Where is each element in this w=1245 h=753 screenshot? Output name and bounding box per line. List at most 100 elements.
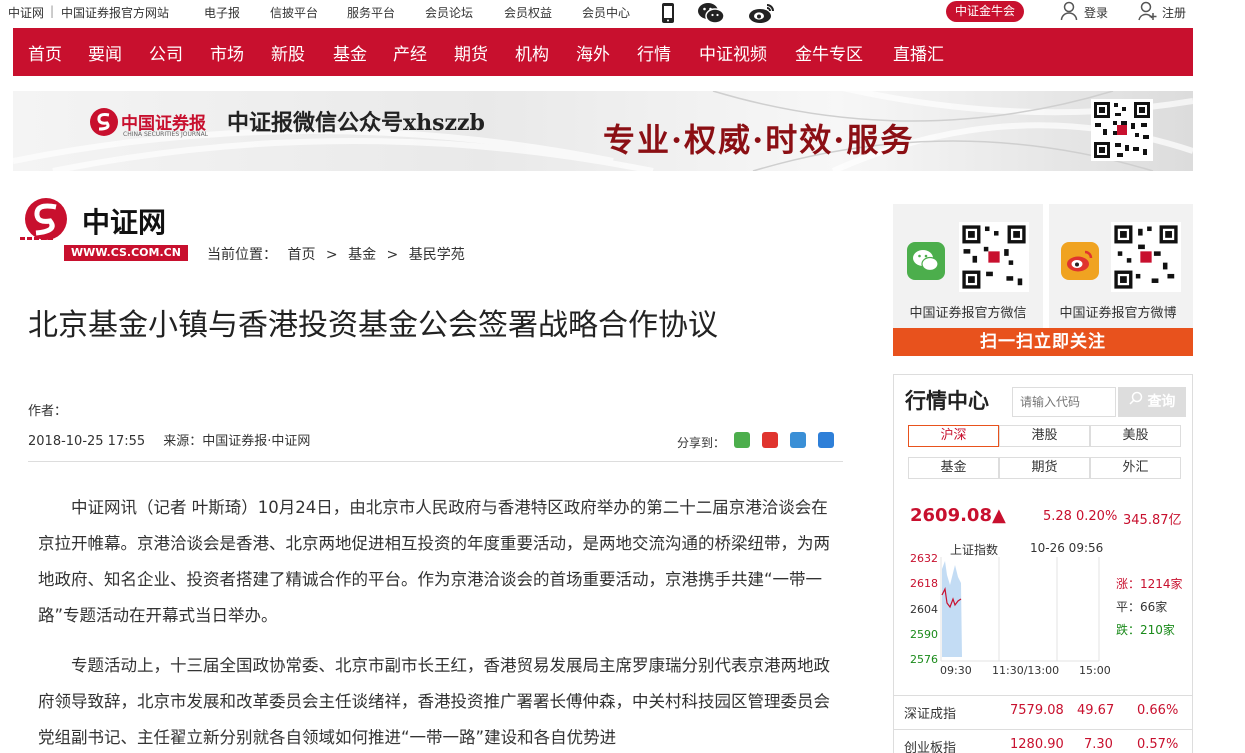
index-row-pct: 0.57% [1137,737,1179,752]
unchanged-count: 平：66家 [1116,600,1168,614]
breadcrumb-fund[interactable]: 基金 [348,247,376,263]
wechat-icon[interactable] [697,2,725,27]
article-divider [28,461,843,462]
banner-wechat-text: 中证报微信公众号xhszzb [227,110,485,136]
chart-area [942,561,962,657]
wechat-qr-code [959,222,1029,296]
follow-weibo[interactable]: 中国证券报官方微博 [1043,204,1193,328]
nav-item-home[interactable]: 首页 [28,40,62,65]
promo-banner[interactable]: 中国证券报 CHINA SECURITIES JOURNAL 中证报微信公众号x… [13,91,1193,171]
banner-logo-icon [89,107,119,141]
nav-item-market[interactable]: 市场 [210,40,244,65]
vip-club-badge[interactable]: 中证金牛会 [946,1,1024,22]
article-paragraph: 专题活动上，十三届全国政协常委、北京市副市长王红，香港贸易发展局主席罗康瑞分别代… [38,656,830,747]
share-wechat-icon[interactable] [734,432,750,448]
y-tick-label: 2604 [910,603,938,616]
tab-hk-stocks[interactable]: 港股 [999,425,1090,447]
share-more-icon[interactable] [818,432,835,448]
index-row[interactable]: 深证成指 7579.08 49.67 0.66% [894,695,1192,725]
topbar-link-forum[interactable]: 会员论坛 [425,4,473,21]
weibo-qr-code [1111,222,1181,296]
breadcrumb-label: 当前位置： [207,247,277,263]
topbar-link-member-center[interactable]: 会员中心 [582,4,630,21]
advancers-count: 涨：1214家 [1116,577,1183,591]
site-logo-url: WWW.CS.COM.CN [64,245,188,261]
banner-logo-subtext: CHINA SECURITIES JOURNAL [123,131,209,138]
user-icon[interactable] [1060,1,1078,24]
index-value: 2609.08▲ [910,505,1006,526]
mobile-icon[interactable] [660,2,676,27]
nav-item-company[interactable]: 公司 [149,40,183,65]
nav-item-quotes[interactable]: 行情 [637,40,671,65]
add-user-icon[interactable] [1138,1,1158,24]
article-date: 2018-10-25 17:55 [28,434,146,449]
follow-bar: 扫一扫立即关注 [893,328,1193,356]
index-mini-chart[interactable]: 2632 2618 2604 2590 2576 09:30 11:30/13:… [894,547,1114,677]
article-body: 中证网讯（记者 叶斯琦）10月24日，由北京市人民政府与香港特区政府举办的第二十… [38,490,838,753]
site-logo-name: 中证网 [82,206,167,239]
y-tick-label: 2632 [910,552,938,565]
site-logo[interactable]: 中证网 WWW.CS.COM.CN [18,197,190,263]
share-qzone-icon[interactable] [790,432,807,448]
breadcrumb-investor-school[interactable]: 基民学苑 [409,247,465,263]
article-title: 北京基金小镇与香港投资基金公会签署战略合作协议 [28,308,718,343]
banner-slogan: 专业·权威·时效·服务 [603,121,915,159]
wechat-app-icon [907,242,945,284]
y-tick-label: 2590 [910,628,938,641]
follow-wechat[interactable]: 中国证券报官方微信 [893,204,1043,328]
login-link[interactable]: 登录 [1084,4,1108,21]
topbar-link-disclosure[interactable]: 信披平台 [270,4,318,21]
y-tick-label: 2618 [910,577,938,590]
register-link[interactable]: 注册 [1162,4,1186,21]
y-tick-label: 2576 [910,653,938,666]
tab-us-stocks[interactable]: 美股 [1090,425,1181,447]
nav-item-news[interactable]: 要闻 [88,40,122,65]
nav-item-futures[interactable]: 期货 [454,40,488,65]
nav-item-fund[interactable]: 基金 [333,40,367,65]
share-label: 分享到： [677,436,726,450]
index-row-name: 创业板指 [904,741,957,753]
nav-item-video[interactable]: 中证视频 [699,40,767,65]
search-button[interactable]: 查询 [1118,387,1186,417]
official-site-link[interactable]: 中国证券报官方网站 [61,4,169,21]
index-row-value: 7579.08 [1010,703,1064,718]
banner-qr-code [1091,99,1153,165]
market-title: 行情中心 [905,388,989,413]
index-row-pct: 0.66% [1137,703,1179,718]
stock-code-input[interactable] [1012,387,1116,417]
nav-item-jinniu[interactable]: 金牛专区 [795,40,863,65]
topbar-link-service[interactable]: 服务平台 [347,4,395,21]
search-button-label: 查询 [1147,394,1176,410]
nav-item-institution[interactable]: 机构 [515,40,549,65]
follow-box: 中国证券报官方微信 中国证券报官方微博 扫一扫立即关注 [893,204,1193,356]
index-row-change: 49.67 [1077,703,1115,718]
nav-item-ipo[interactable]: 新股 [271,40,305,65]
nav-item-live[interactable]: 直播汇 [893,40,944,65]
index-row-name: 深证成指 [904,707,957,722]
topbar-link-epaper[interactable]: 电子报 [204,4,240,21]
index-row-change: 7.30 [1084,737,1113,752]
search-icon [1129,386,1143,416]
market-center: 行情中心 查询 沪深 港股 美股 基金 期货 外汇 2609.08▲ 5.28 … [893,374,1193,753]
index-change-pct: 0.20% [1076,509,1118,524]
breadcrumb-separator: > [325,247,338,263]
x-tick-label: 15:00 [1079,664,1111,677]
article-source: 来源：中国证券报·中证网 [163,434,311,449]
nav-item-overseas[interactable]: 海外 [576,40,610,65]
tab-shanghai-shenzhen[interactable]: 沪深 [908,425,999,447]
index-row-value: 1280.90 [1010,737,1064,752]
topbar-link-benefits[interactable]: 会员权益 [504,4,552,21]
tab-forex[interactable]: 外汇 [1090,457,1181,479]
index-amount: 345.87亿 [1123,513,1182,528]
tab-fund[interactable]: 基金 [908,457,999,479]
nav-item-industry[interactable]: 产经 [393,40,427,65]
x-tick-label: 11:30/13:00 [992,664,1059,677]
tab-futures[interactable]: 期货 [999,457,1090,479]
decliners-count: 跌：210家 [1116,623,1175,637]
site-logo-icon [18,197,76,251]
index-row[interactable]: 创业板指 1280.90 7.30 0.57% [894,729,1192,753]
share-weibo-icon[interactable] [762,432,779,448]
site-home-link[interactable]: 中证网 [8,4,44,21]
breadcrumb-home[interactable]: 首页 [287,247,315,263]
weibo-icon[interactable] [748,2,776,27]
